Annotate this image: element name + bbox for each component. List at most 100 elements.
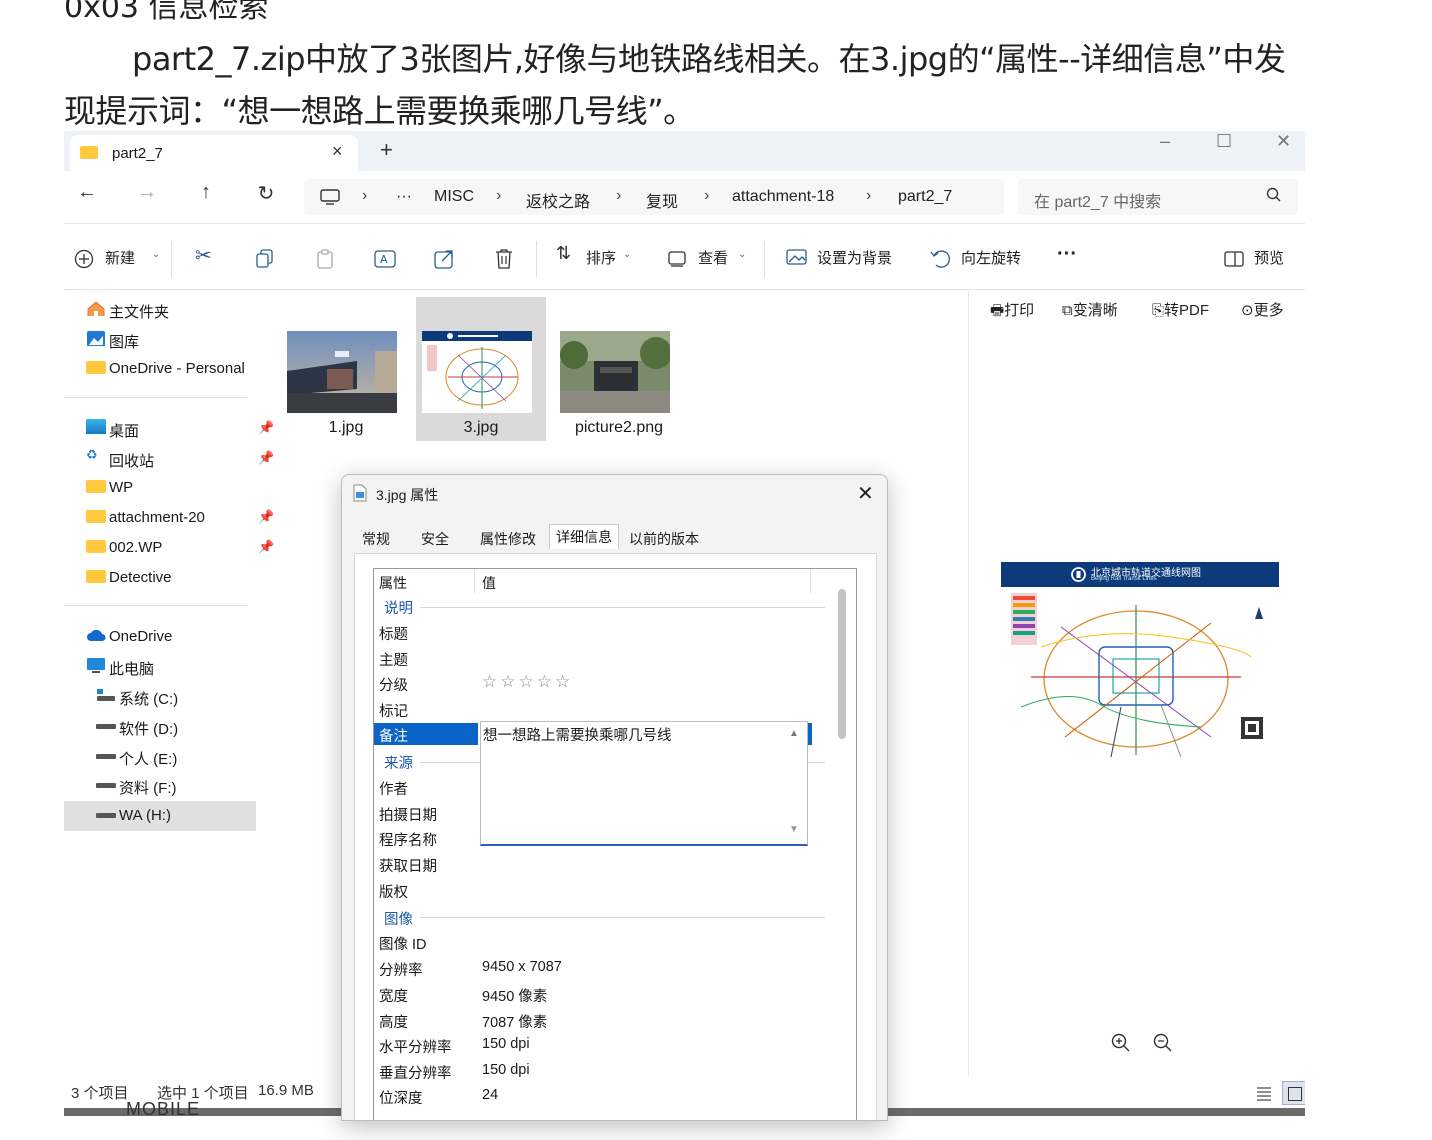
sidebar-item-this-pc[interactable]: 此电脑 [86, 652, 258, 682]
rename-icon[interactable]: A [374, 248, 396, 270]
property-resolution[interactable]: 分辨率 [379, 959, 423, 980]
pin-icon[interactable]: 📌 [258, 509, 274, 525]
sidebar-item-onedrive-personal[interactable]: OneDrive - Personal [86, 354, 258, 384]
paste-icon[interactable] [316, 249, 334, 269]
details-panel: 属性 值 说明 标题 主题 分级 ☆☆☆☆☆ 标记 备注 来源 作者 拍摄日期 … [354, 553, 877, 1120]
property-copyright[interactable]: 版权 [379, 881, 408, 902]
sidebar-item-onedrive[interactable]: OneDrive [86, 622, 258, 652]
property-tags[interactable]: 标记 [379, 700, 408, 721]
comment-edit-field[interactable]: 想一想路上需要换乘哪几号线 ▲ ▼ [480, 721, 808, 846]
property-date-taken[interactable]: 拍摄日期 [379, 804, 437, 825]
photo-thumbnail [287, 331, 397, 413]
zoom-out-icon[interactable] [1153, 1033, 1173, 1053]
property-title[interactable]: 标题 [379, 623, 408, 644]
sidebar-item-drive-c[interactable]: 系统 (C:) [96, 682, 258, 712]
set-background-button[interactable]: 设置为背景 [786, 229, 906, 289]
property-comments[interactable]: 备注 [379, 725, 408, 746]
tab-previous-versions[interactable]: 以前的版本 [629, 529, 699, 549]
property-subject[interactable]: 主题 [379, 649, 408, 670]
file-item-selected[interactable]: 3.jpg [416, 297, 546, 441]
crumb-attachment-18[interactable]: attachment-18 [732, 188, 834, 206]
refresh-button[interactable]: ↻ [251, 181, 281, 206]
property-program-name[interactable]: 程序名称 [379, 829, 437, 850]
to-pdf-button[interactable]: ⎘转PDF [1152, 299, 1209, 320]
column-header-value[interactable]: 值 [482, 573, 496, 593]
to-pdf-label: 转PDF [1164, 302, 1210, 319]
pin-icon[interactable]: 📌 [258, 450, 274, 466]
minimize-button[interactable]: – [1160, 131, 1170, 152]
enhance-button[interactable]: ⧉变清晰 [1062, 299, 1118, 320]
more-button[interactable]: ⊙更多 [1241, 299, 1284, 320]
property-bit-depth[interactable]: 位深度 [379, 1087, 423, 1108]
property-list-scrollbar[interactable] [838, 589, 846, 739]
sidebar-item-desktop[interactable]: 桌面 📌 [86, 414, 274, 444]
preview-toggle[interactable]: 预览 [1224, 229, 1294, 289]
scroll-up-arrow-icon[interactable]: ▲ [789, 728, 799, 739]
details-view-icon[interactable] [1255, 1084, 1273, 1102]
more-options-icon[interactable]: ··· [1057, 243, 1077, 266]
view-button[interactable]: 查看 ⌄ [668, 229, 752, 289]
sidebar-item-wp[interactable]: WP [86, 473, 258, 503]
crumb-return-school[interactable]: 返校之路 [526, 188, 590, 212]
sidebar-item-002-wp[interactable]: 002.WP 📌 [86, 533, 274, 563]
property-height[interactable]: 高度 [379, 1011, 408, 1032]
sidebar-item-drive-h[interactable]: WA (H:) [64, 801, 256, 831]
tab-details[interactable]: 详细信息 [549, 524, 619, 549]
crumb-misc[interactable]: MISC [434, 188, 474, 206]
property-horizontal-resolution[interactable]: 水平分辨率 [379, 1036, 452, 1057]
sidebar-item-attachment-20[interactable]: attachment-20 📌 [86, 503, 274, 533]
file-item[interactable]: 1.jpg [281, 297, 411, 441]
search-input[interactable]: 在 part2_7 中搜索 [1018, 179, 1298, 215]
tab-property-edit[interactable]: 属性修改 [480, 529, 536, 549]
tab-part2-7[interactable]: part2_7 × [70, 135, 358, 171]
property-rating[interactable]: 分级 [379, 674, 408, 695]
property-author[interactable]: 作者 [379, 778, 408, 799]
divider [536, 241, 537, 277]
property-image-id[interactable]: 图像 ID [379, 933, 427, 954]
pin-icon[interactable]: 📌 [258, 420, 274, 436]
sidebar-item-drive-d[interactable]: 软件 (D:) [96, 712, 258, 742]
rating-stars[interactable]: ☆☆☆☆☆ [482, 672, 573, 692]
maximize-button[interactable]: ☐ [1216, 131, 1232, 152]
rotate-left-button[interactable]: 向左旋转 [930, 229, 1040, 289]
divider [64, 605, 247, 606]
back-button[interactable]: ← [72, 181, 102, 204]
sidebar-item-recycle-bin[interactable]: ♻ 回收站 📌 [86, 444, 274, 474]
property-width[interactable]: 宽度 [379, 985, 408, 1006]
sidebar-item-drive-e[interactable]: 个人 (E:) [96, 742, 258, 772]
print-button[interactable]: 🖶打印 [990, 299, 1034, 325]
property-date-acquired[interactable]: 获取日期 [379, 855, 437, 876]
tab-general[interactable]: 常规 [362, 529, 390, 549]
property-list[interactable]: 属性 值 说明 标题 主题 分级 ☆☆☆☆☆ 标记 备注 来源 作者 拍摄日期 … [373, 568, 857, 1120]
sidebar-item-drive-f[interactable]: 资料 (F:) [96, 771, 258, 801]
tab-security[interactable]: 安全 [421, 529, 449, 549]
cut-icon[interactable]: ✂ [195, 243, 212, 268]
sidebar-item-gallery[interactable]: 图库 [86, 325, 258, 355]
up-button[interactable]: ↑ [191, 181, 221, 204]
property-vertical-resolution[interactable]: 垂直分辨率 [379, 1062, 452, 1083]
large-icons-view-button[interactable] [1282, 1081, 1305, 1105]
file-item[interactable]: picture2.png [554, 297, 684, 441]
crumb-reproduce[interactable]: 复现 [646, 188, 678, 212]
new-tab-button[interactable]: + [380, 137, 393, 163]
column-header-property[interactable]: 属性 [379, 573, 407, 593]
copy-icon[interactable] [256, 249, 274, 269]
breadcrumb-more[interactable]: ··· [396, 188, 412, 206]
zoom-in-icon[interactable] [1111, 1033, 1131, 1053]
sort-button[interactable]: ⇅ 排序 ⌄ [556, 229, 636, 289]
forward-button[interactable]: → [132, 181, 162, 204]
pin-icon[interactable]: 📌 [258, 539, 274, 555]
delete-icon[interactable] [494, 248, 514, 270]
sidebar-item-home[interactable]: 主文件夹 [86, 295, 258, 325]
new-button[interactable]: 新建 ⌄ [74, 229, 164, 289]
share-icon[interactable] [434, 248, 456, 270]
view-icon [668, 251, 686, 267]
sidebar-item-detective[interactable]: Detective [86, 563, 258, 593]
close-window-button[interactable]: ✕ [1276, 131, 1291, 152]
breadcrumb[interactable]: › ··· MISC › 返校之路 › 复现 › attachment-18 ›… [304, 179, 1004, 215]
dialog-close-button[interactable]: ✕ [857, 481, 874, 506]
scroll-down-arrow-icon[interactable]: ▼ [789, 824, 799, 835]
crumb-part2-7[interactable]: part2_7 [898, 188, 952, 206]
file-name: 1.jpg [328, 419, 364, 436]
tab-close-button[interactable]: × [332, 141, 343, 162]
